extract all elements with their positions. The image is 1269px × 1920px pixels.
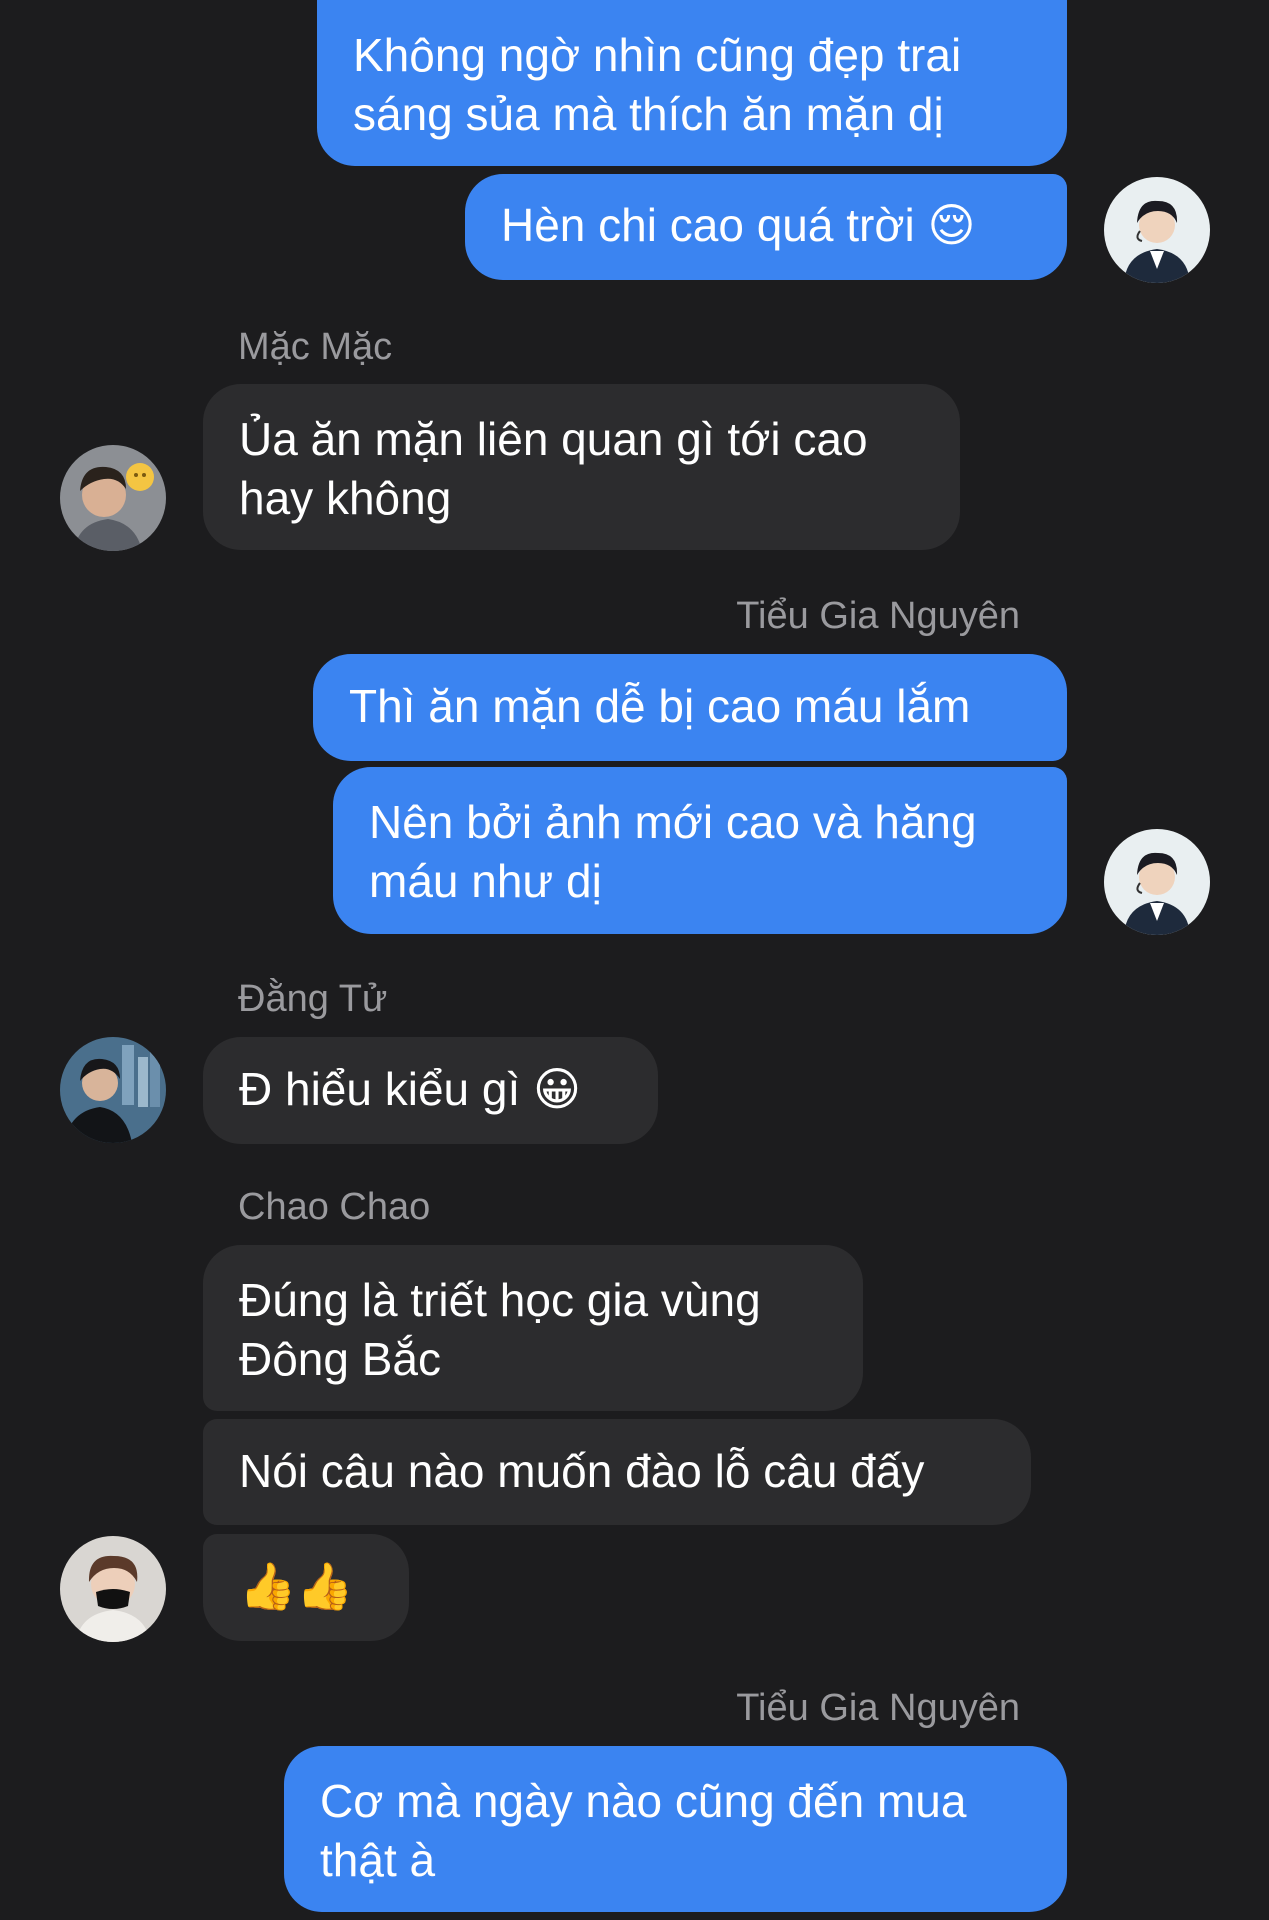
avatar[interactable] (60, 1037, 166, 1143)
sender-name: Đằng Tử (238, 978, 388, 1020)
message-bubble[interactable]: Nên bởi ảnh mới cao và hăng máu như dị (333, 767, 1067, 934)
sender-name: Mặc Mặc (238, 326, 393, 368)
avatar[interactable] (60, 445, 166, 551)
message-bubble[interactable]: Thì ăn mặn dễ bị cao máu lắm (313, 654, 1067, 761)
message-bubble[interactable]: Không ngờ nhìn cũng đẹp trai sáng sủa mà… (317, 0, 1067, 166)
avatar[interactable] (60, 1536, 166, 1642)
message-bubble[interactable]: Nói câu nào muốn đào lỗ câu đấy (203, 1419, 1031, 1525)
person-avatar-icon (1104, 177, 1210, 283)
message-bubble[interactable]: Hèn chi cao quá trời 😌 (465, 174, 1067, 280)
chat-thread: Không ngờ nhìn cũng đẹp trai sáng sủa mà… (0, 0, 1269, 1920)
sender-name: Tiểu Gia Nguyên (736, 595, 1020, 637)
message-bubble[interactable]: 👍👍 (203, 1534, 409, 1641)
person-avatar-icon (60, 1037, 166, 1143)
person-avatar-icon (1104, 829, 1210, 935)
person-avatar-icon (60, 445, 166, 551)
sender-name: Tiểu Gia Nguyên (736, 1687, 1020, 1729)
avatar[interactable] (1104, 829, 1210, 935)
message-bubble[interactable]: Ủa ăn mặn liên quan gì tới cao hay không (203, 384, 960, 550)
message-bubble[interactable]: Cơ mà ngày nào cũng đến mua thật à (284, 1746, 1067, 1912)
sender-name: Chao Chao (238, 1186, 431, 1228)
message-bubble[interactable]: Đúng là triết học gia vùng Đông Bắc (203, 1245, 863, 1411)
person-avatar-icon (60, 1536, 166, 1642)
avatar[interactable] (1104, 177, 1210, 283)
message-bubble[interactable]: Đ hiểu kiểu gì 😀 (203, 1037, 658, 1144)
